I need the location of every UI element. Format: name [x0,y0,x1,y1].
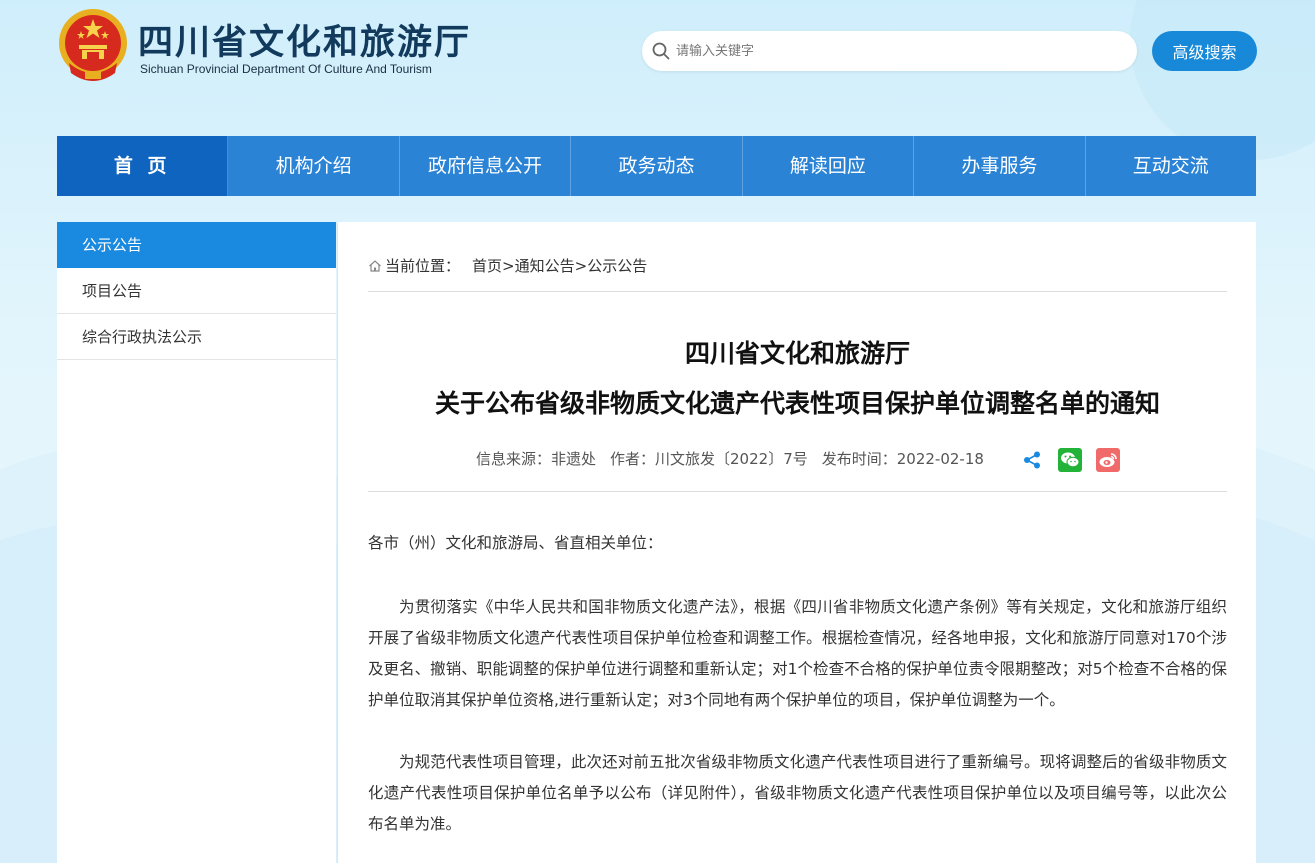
breadcrumb-separator: > [502,256,515,275]
article-title-line1: 四川省文化和旅游厅 [684,339,910,368]
advanced-search-button[interactable]: 高级搜索 [1152,31,1257,71]
main-nav: 首 页 机构介绍 政府信息公开 政务动态 解读回应 办事服务 互动交流 [57,136,1256,196]
nav-item-interpretation[interactable]: 解读回应 [743,136,915,196]
sidebar-item-enforcement[interactable]: 综合行政执法公示 [57,314,336,360]
nav-item-home[interactable]: 首 页 [57,136,229,196]
wechat-icon[interactable] [1058,448,1082,472]
article-meta: 信息来源：非遗处 作者：川文旅发〔2022〕7号 发布时间：2022-02-18 [476,448,998,469]
breadcrumb-separator: > [574,256,588,275]
article-source: 信息来源：非遗处 [476,450,597,468]
breadcrumb-home[interactable]: 首页 [472,255,502,276]
article-date: 发布时间：2022-02-18 [821,450,984,468]
divider [368,291,1227,292]
search-box [642,31,1137,71]
site-subtitle: Sichuan Provincial Department Of Culture… [140,62,432,76]
share-bar [1022,448,1134,472]
national-emblem-icon[interactable] [57,7,129,83]
breadcrumb-announcements[interactable]: 公示公告 [587,255,647,276]
article-paragraph: 为贯彻落实《中华人民共和国非物质文化遗产法》，根据《四川省非物质文化遗产条例》等… [368,598,1227,709]
article-title-line2: 关于公布省级非物质文化遗产代表性项目保护单位调整名单的通知 [434,389,1160,418]
sidebar: 公示公告 项目公告 综合行政执法公示 [57,222,336,863]
weibo-icon[interactable] [1096,448,1120,472]
article-paragraph: 为规范代表性项目管理，此次还对前五批次省级非物质文化遗产代表性项目进行了重新编号… [368,753,1227,833]
article-content: 当前位置： 首页 > 通知公告 > 公示公告 四川省文化和旅游厅 关于公布省级非… [337,222,1256,863]
divider [368,491,1227,492]
breadcrumb: 当前位置： 首页 > 通知公告 > 公示公告 [368,255,647,276]
nav-item-about[interactable]: 机构介绍 [228,136,400,196]
article-body: 各市（州）文化和旅游局、省直相关单位： 为贯彻落实《中华人民共和国非物质文化遗产… [368,528,1227,840]
article-salutation: 各市（州）文化和旅游局、省直相关单位： [368,534,663,552]
nav-item-gov-info[interactable]: 政府信息公开 [400,136,572,196]
nav-item-news[interactable]: 政务动态 [571,136,743,196]
share-icon[interactable] [1022,450,1042,470]
search-icon[interactable] [652,42,670,60]
article-author: 作者：川文旅发〔2022〕7号 [610,450,808,468]
sidebar-item-project-notices[interactable]: 项目公告 [57,268,336,314]
breadcrumb-prefix: 当前位置： [385,257,461,275]
breadcrumb-notices[interactable]: 通知公告 [515,255,575,276]
home-icon [369,259,381,272]
site-header: 四川省文化和旅游厅 Sichuan Provincial Department … [0,0,1315,120]
nav-item-interaction[interactable]: 互动交流 [1086,136,1256,196]
sidebar-item-announcements[interactable]: 公示公告 [57,222,336,268]
search-input[interactable] [676,31,1116,71]
nav-item-services[interactable]: 办事服务 [914,136,1086,196]
site-title[interactable]: 四川省文化和旅游厅 [138,14,471,65]
